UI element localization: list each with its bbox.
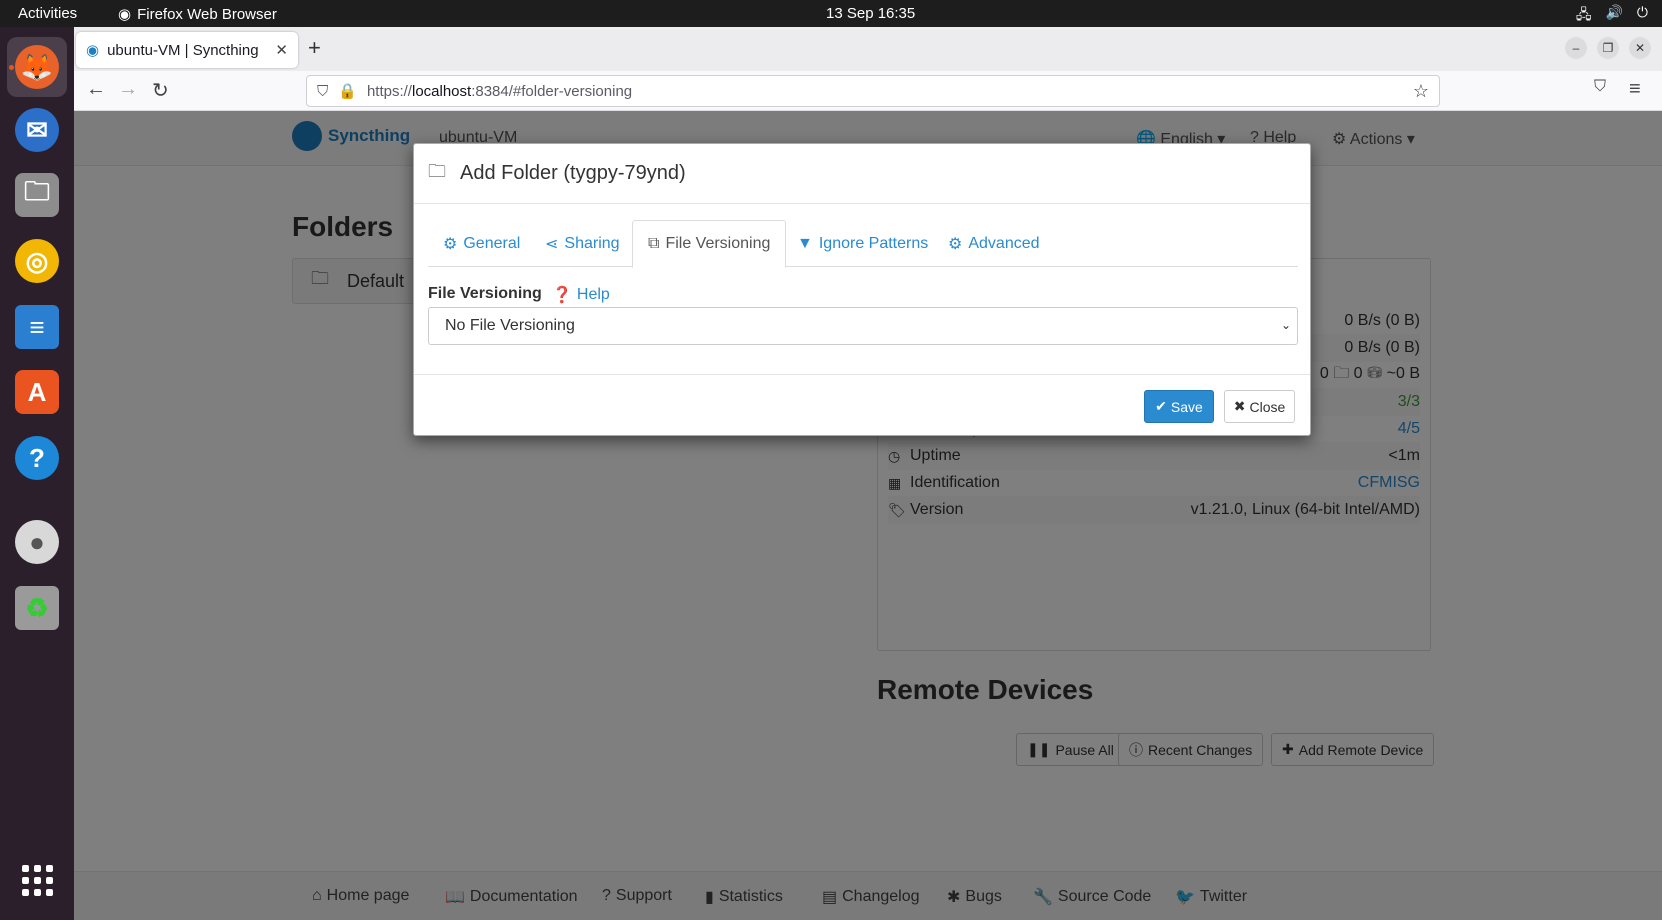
- lock-icon[interactable]: 🔒: [338, 82, 357, 100]
- app-grid-icon: [21, 864, 53, 896]
- firefox-icon: 🦊: [15, 45, 59, 89]
- dock-rhythmbox[interactable]: ◎: [7, 231, 67, 291]
- dock-help[interactable]: ?: [7, 428, 67, 488]
- cogs-icon: ⚙: [948, 235, 963, 253]
- button-label: Save: [1170, 398, 1203, 415]
- dock-thunderbird[interactable]: ✉: [7, 100, 67, 160]
- new-tab-button[interactable]: +: [308, 35, 321, 61]
- app-menu[interactable]: ◉ Firefox Web Browser: [118, 5, 277, 24]
- close-icon: ✖: [1233, 398, 1246, 414]
- add-folder-dialog: 🗀 Add Folder (tygpy-79ynd) ⚙ General ⋖ S…: [413, 143, 1311, 436]
- thunderbird-icon: ✉: [15, 108, 59, 152]
- dialog-title: Add Folder (tygpy-79ynd): [460, 162, 686, 184]
- firefox-small-icon: ◉: [118, 6, 132, 23]
- shield-icon[interactable]: ⛉: [317, 83, 328, 100]
- help-icon: ?: [15, 436, 59, 480]
- rhythmbox-icon: ◎: [15, 239, 59, 283]
- tab-sharing[interactable]: ⋖ Sharing: [530, 220, 635, 267]
- select-value: No File Versioning: [445, 317, 575, 334]
- dock-disc[interactable]: ●: [7, 512, 67, 572]
- tab-title: ubuntu-VM | Syncthing: [107, 41, 259, 59]
- tab-general[interactable]: ⚙ General: [428, 220, 535, 267]
- reload-icon[interactable]: ↻: [152, 78, 169, 103]
- url-bar[interactable]: ⛉ 🔒 https://localhost:8384/#folder-versi…: [306, 75, 1440, 107]
- show-apps-button[interactable]: [7, 850, 67, 910]
- url-text: https://localhost:8384/#folder-versionin…: [366, 82, 633, 100]
- save-button[interactable]: ✔ Save: [1144, 390, 1214, 423]
- browser-tab[interactable]: ◉ ubuntu-VM | Syncthing ✕: [76, 32, 298, 68]
- system-top-bar: Activities ◉ Firefox Web Browser 13 Sep …: [0, 0, 1662, 27]
- versioning-help-link[interactable]: ❓ Help: [552, 285, 610, 305]
- syncthing-favicon-icon: ◉: [86, 42, 100, 59]
- filter-icon: ▼: [797, 234, 813, 252]
- volume-icon: 🔊: [1605, 4, 1623, 20]
- button-label: Close: [1249, 398, 1286, 415]
- network-icon: 🖧: [1575, 6, 1592, 22]
- help-label: Help: [576, 286, 610, 303]
- close-tab-icon[interactable]: ✕: [275, 41, 288, 59]
- tab-advanced[interactable]: ⚙ Advanced: [933, 220, 1055, 267]
- dialog-footer: ✔ Save ✖ Close: [414, 374, 1310, 436]
- close-window-icon[interactable]: ✕: [1629, 37, 1651, 59]
- tab-label: File Versioning: [665, 235, 771, 252]
- tab-ignore-patterns[interactable]: ▼ Ignore Patterns: [782, 220, 943, 267]
- activities-button[interactable]: Activities: [18, 5, 77, 22]
- dock-writer[interactable]: ≡: [7, 297, 67, 357]
- dock-app-center[interactable]: A: [7, 362, 67, 422]
- dock-trash[interactable]: ♻: [7, 578, 67, 638]
- running-indicator: [9, 65, 14, 70]
- gear-icon: ⚙: [443, 235, 458, 253]
- pocket-icon[interactable]: ⛉: [1594, 78, 1606, 96]
- dialog-header: 🗀 Add Folder (tygpy-79ynd): [414, 144, 1310, 204]
- chevron-down-icon: ⌄: [1280, 318, 1291, 332]
- browser-nav-bar: ← → ↻ ⛉ 🔒 https://localhost:8384/#folder…: [74, 71, 1662, 111]
- files-icon: 🗀: [15, 173, 59, 217]
- versioning-type-select[interactable]: No File Versioning ⌄: [428, 307, 1298, 345]
- tab-label: Ignore Patterns: [818, 234, 929, 252]
- dock-files[interactable]: 🗀: [7, 165, 67, 225]
- clock[interactable]: 13 Sep 16:35: [826, 5, 915, 22]
- menu-hamburger-icon[interactable]: ≡: [1629, 78, 1641, 101]
- bookmark-star-icon[interactable]: ☆: [1413, 81, 1429, 102]
- app-center-icon: A: [15, 370, 59, 414]
- dock-firefox[interactable]: 🦊: [7, 37, 67, 97]
- check-icon: ✔: [1155, 398, 1167, 414]
- power-icon: ⏻: [1636, 4, 1648, 20]
- forward-icon[interactable]: →: [118, 78, 138, 101]
- tab-label: General: [463, 234, 521, 252]
- question-circle-icon: ❓: [552, 287, 572, 304]
- restore-icon[interactable]: ❐: [1597, 37, 1619, 59]
- back-icon[interactable]: ←: [86, 78, 106, 101]
- system-tray[interactable]: 🖧 🔊 ⏻: [1576, 4, 1648, 28]
- dock: 🦊 ✉ 🗀 ◎ ≡ A ? ● ♻: [0, 27, 74, 920]
- writer-icon: ≡: [15, 305, 59, 349]
- tab-label: Sharing: [564, 234, 620, 252]
- tab-file-versioning[interactable]: ⧉ File Versioning: [632, 220, 787, 268]
- tab-label: Advanced: [968, 234, 1040, 252]
- browser-tab-bar: ◉ ubuntu-VM | Syncthing ✕ + – ❐ ✕: [74, 27, 1662, 71]
- close-button[interactable]: ✖ Close: [1224, 390, 1295, 423]
- share-icon: ⋖: [545, 235, 559, 253]
- dialog-tabs: ⚙ General ⋖ Sharing ⧉ File Versioning ▼ …: [428, 220, 1298, 268]
- minimize-icon[interactable]: –: [1565, 37, 1587, 59]
- app-menu-label: Firefox Web Browser: [137, 5, 277, 23]
- disc-icon: ●: [15, 520, 59, 564]
- page-content: Syncthing ubuntu-VM 🌐 English ▾ ? Help ⚙…: [74, 111, 1662, 920]
- trash-icon: ♻: [15, 586, 59, 630]
- copy-icon: ⧉: [648, 235, 660, 252]
- file-versioning-label: File Versioning: [428, 285, 542, 302]
- folder-icon: 🗀: [428, 160, 446, 181]
